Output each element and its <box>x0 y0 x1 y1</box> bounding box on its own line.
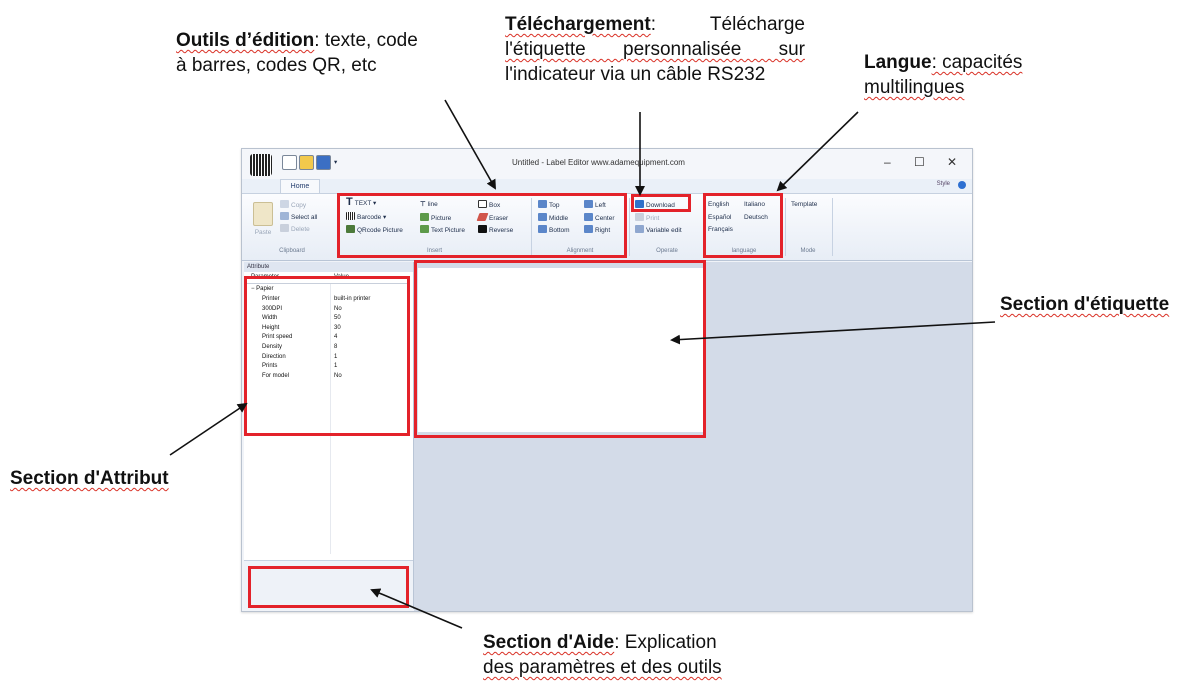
arrow-language <box>776 111 859 192</box>
arrow-edit-tools <box>444 99 496 190</box>
arrow-label-section <box>670 321 996 345</box>
arrow-help <box>370 588 463 629</box>
annotation-arrows <box>169 99 996 629</box>
arrow-attribute <box>169 402 248 456</box>
